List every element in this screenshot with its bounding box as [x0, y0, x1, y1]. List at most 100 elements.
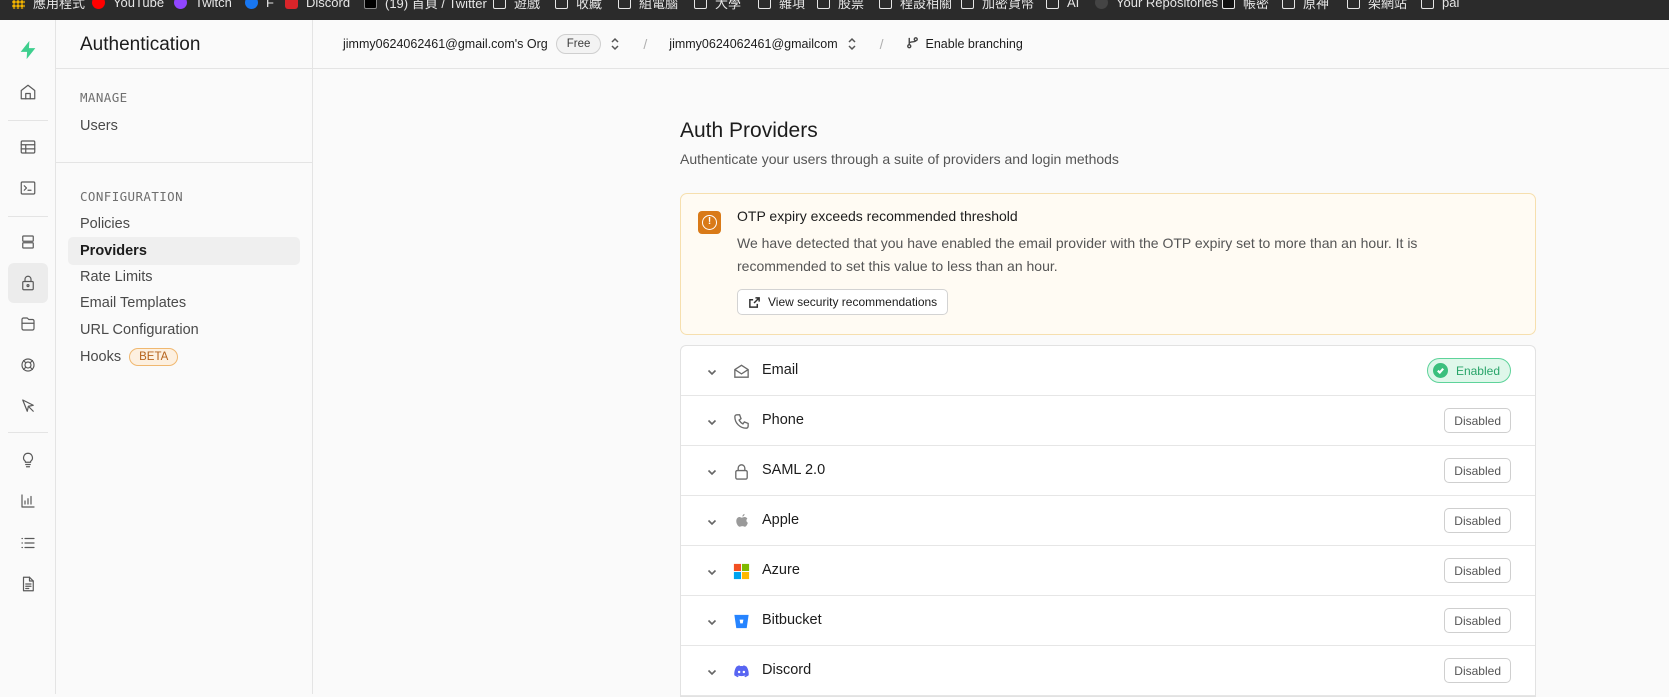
- provider-name: Email: [762, 362, 799, 378]
- provider-name: SAML 2.0: [762, 462, 826, 478]
- folder-icon: [1046, 0, 1059, 9]
- advisors-icon[interactable]: [8, 440, 48, 480]
- folder-icon: [961, 0, 974, 9]
- bookmark-folder[interactable]: pai: [1421, 0, 1459, 10]
- notion-icon: [1222, 0, 1235, 9]
- folder-icon: [493, 0, 506, 9]
- warning-icon: !: [698, 211, 721, 234]
- beta-badge: BETA: [129, 348, 179, 366]
- status-badge-disabled: Disabled: [1444, 508, 1511, 533]
- reports-icon[interactable]: [8, 481, 48, 521]
- provider-name: Phone: [762, 412, 804, 428]
- menu-item-email-templates[interactable]: Email Templates: [68, 289, 300, 317]
- menu-item-rate-limits[interactable]: Rate Limits: [68, 263, 300, 291]
- provider-row-phone[interactable]: Phone Disabled: [681, 396, 1535, 446]
- project-name: jimmy0624062461@gmailcom: [669, 37, 838, 51]
- chevron-up-down-icon: [846, 37, 858, 51]
- realtime-icon[interactable]: [8, 345, 48, 385]
- chevron-down-icon: [706, 515, 718, 527]
- status-badge-disabled: Disabled: [1444, 408, 1511, 433]
- bookmark-apps[interactable]: 應用程式: [12, 0, 85, 11]
- bookmark-folder[interactable]: 原神: [1282, 0, 1329, 11]
- bookmark-facebook[interactable]: F: [245, 0, 274, 10]
- provider-row-azure[interactable]: Azure Disabled: [681, 546, 1535, 596]
- plan-badge: Free: [555, 34, 602, 54]
- bookmark-folder[interactable]: 收藏: [555, 0, 602, 11]
- home-icon[interactable]: [8, 72, 48, 112]
- bookmark-folder[interactable]: 大學: [694, 0, 741, 11]
- status-badge-disabled: Disabled: [1444, 558, 1511, 583]
- twitch-icon: [174, 0, 187, 9]
- bookmark-twitch[interactable]: Twitch: [174, 0, 232, 10]
- folder-icon: [555, 0, 568, 9]
- project-selector[interactable]: jimmy0624062461@gmailcom: [669, 37, 857, 51]
- supabase-logo-icon[interactable]: [8, 30, 48, 70]
- menu-item-url-configuration[interactable]: URL Configuration: [68, 316, 300, 344]
- org-name: jimmy0624062461@gmail.com's Org: [343, 37, 548, 51]
- edge-functions-icon[interactable]: [8, 386, 48, 426]
- provider-row-apple[interactable]: Apple Disabled: [681, 496, 1535, 546]
- provider-row-email[interactable]: Email Enabled: [681, 346, 1535, 396]
- status-badge-disabled: Disabled: [1444, 608, 1511, 633]
- bookmark-folder[interactable]: 股票: [817, 0, 864, 11]
- menu-item-users[interactable]: Users: [68, 112, 300, 140]
- bookmark-twitter[interactable]: (19) 首頁 / Twitter: [364, 0, 487, 11]
- bookmark-folder[interactable]: 架網站: [1347, 0, 1407, 11]
- menu-item-policies[interactable]: Policies: [68, 210, 300, 238]
- chevron-down-icon: [706, 615, 718, 627]
- folder-icon: [1282, 0, 1295, 9]
- provider-row-saml[interactable]: SAML 2.0 Disabled: [681, 446, 1535, 496]
- storage-icon[interactable]: [8, 304, 48, 344]
- phone-icon: [731, 411, 751, 431]
- view-security-recommendations-button[interactable]: View security recommendations: [737, 289, 949, 315]
- folder-icon: [758, 0, 771, 9]
- provider-row-bitbucket[interactable]: Bitbucket Disabled: [681, 596, 1535, 646]
- bookmark-youtube[interactable]: YouTube: [92, 0, 164, 10]
- logs-icon[interactable]: [8, 523, 48, 563]
- bookmark-folder[interactable]: 遊戲: [493, 0, 540, 11]
- table-editor-icon[interactable]: [8, 127, 48, 167]
- folder-icon: [1421, 0, 1434, 9]
- otp-warning-alert: ! OTP expiry exceeds recommended thresho…: [680, 193, 1536, 335]
- youtube-icon: [92, 0, 105, 9]
- github-icon: [1095, 0, 1108, 9]
- x-icon: [364, 0, 377, 9]
- rail-divider: [8, 120, 48, 121]
- folder-icon: [694, 0, 707, 9]
- bookmark-folder[interactable]: 加密貨幣: [961, 0, 1034, 11]
- apple-icon: [731, 511, 751, 531]
- status-label: Enabled: [1455, 363, 1500, 378]
- bookmark-folder[interactable]: 組電腦: [618, 0, 678, 11]
- configuration-section-title: CONFIGURATION: [80, 189, 184, 204]
- providers-list: Email Enabled Phone Disabled SAML 2.0 Di…: [680, 345, 1536, 697]
- menu-item-providers[interactable]: Providers: [68, 237, 300, 265]
- discord-icon: [731, 661, 751, 681]
- bookmark-discord[interactable]: Discord: [285, 0, 350, 10]
- bookmark-github[interactable]: Your Repositories: [1095, 0, 1218, 10]
- enable-branching-button[interactable]: Enable branching: [906, 36, 1023, 52]
- bookmark-folder[interactable]: 雜項: [758, 0, 805, 11]
- git-branch-icon: [906, 36, 926, 52]
- chevron-down-icon: [706, 465, 718, 477]
- facebook-icon: [245, 0, 258, 9]
- mail-icon: [731, 361, 751, 381]
- manage-section-title: MANAGE: [80, 90, 128, 105]
- status-badge-disabled: Disabled: [1444, 658, 1511, 683]
- icon-rail: [0, 20, 56, 694]
- authentication-icon[interactable]: [8, 263, 48, 303]
- sql-editor-icon[interactable]: [8, 168, 48, 208]
- chevron-down-icon: [706, 415, 718, 427]
- provider-name: Apple: [762, 512, 800, 528]
- menu-item-hooks[interactable]: Hooks BETA: [68, 343, 300, 371]
- bookmark-folder[interactable]: AI: [1046, 0, 1079, 10]
- page-title: Auth Providers: [680, 119, 818, 142]
- api-docs-icon[interactable]: [8, 564, 48, 604]
- bookmark-notion[interactable]: 帳密: [1222, 0, 1269, 11]
- database-icon[interactable]: [8, 222, 48, 262]
- rail-divider: [8, 432, 48, 433]
- provider-row-discord[interactable]: Discord Disabled: [681, 646, 1535, 696]
- org-selector[interactable]: jimmy0624062461@gmail.com's Org Free: [343, 34, 621, 54]
- folder-icon: [879, 0, 892, 9]
- external-link-icon: [749, 296, 760, 308]
- bookmark-folder[interactable]: 程設相關: [879, 0, 952, 11]
